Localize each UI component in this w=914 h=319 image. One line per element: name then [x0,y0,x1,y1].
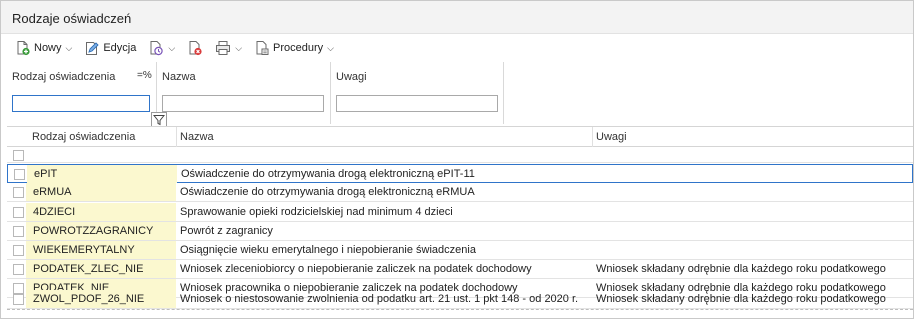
new-button[interactable]: Nowy ⌵ [12,37,75,59]
delete-button[interactable] [184,37,206,59]
cell-code: ePIT [27,165,177,183]
properties-button[interactable]: ⌵ [145,37,178,59]
notes-filter-label: Uwagi [336,71,367,83]
table-row[interactable]: POWROTZZAGRANICY Powrót z zagranicy [7,222,913,241]
code-filter-label: Rodzaj oświadczenia [12,71,116,83]
column-divider[interactable] [176,127,177,147]
match-mode-toggle[interactable]: =% [137,70,152,81]
cell-name: Wniosek zleceniobiorcy o niepobieranie z… [180,263,532,275]
procedures-button-label: Procedury [273,42,324,54]
procedures-button[interactable]: Procedury ⌵ [251,37,337,59]
cell-name: Powrót z zagranicy [180,225,273,237]
cell-code: 4DZIECI [26,203,176,221]
chevron-down-icon[interactable]: ⌵ [168,43,175,54]
row-checkbox[interactable] [14,169,25,180]
table-row[interactable]: 4DZIECI Sprawowanie opieki rodzicielskie… [7,203,913,222]
name-filter-label: Nazwa [162,71,196,83]
name-filter-input[interactable] [162,95,324,112]
edit-button-label: Edycja [103,42,137,54]
page-title: Rodzaje oświadczeń [12,11,132,26]
title-bar: Rodzaje oświadczeń [1,1,913,34]
chevron-down-icon[interactable]: ⌵ [66,43,73,54]
delete-document-icon [189,41,202,56]
document-clock-icon [150,41,164,56]
column-header-name[interactable]: Nazwa [180,131,214,143]
table-row[interactable]: eRMUA Oświadczenie do otrzymywania drogą… [7,183,913,202]
row-checkbox[interactable] [13,264,24,275]
column-header-notes[interactable]: Uwagi [596,131,627,143]
edit-icon [86,42,99,55]
funnel-icon [153,115,165,126]
code-filter-input[interactable] [12,95,150,112]
procedure-document-icon [256,41,269,55]
table-row[interactable]: WIEKEMERYTALNY Osiągnięcie wieku emeryta… [7,241,913,260]
table-row[interactable]: PODATEK_ZLEC_NIE Wniosek zleceniobiorcy … [7,260,913,279]
column-divider[interactable] [592,127,593,147]
cell-code: PODATEK_ZLEC_NIE [26,260,176,278]
row-checkbox[interactable] [13,226,24,237]
cell-code: eRMUA [26,183,176,201]
notes-filter-input[interactable] [336,95,498,112]
row-checkbox[interactable] [13,245,24,256]
filter-divider [503,62,504,124]
select-all-row [7,147,913,163]
row-checkbox[interactable] [13,187,24,198]
table-row[interactable]: ZWOL_PDOF_26_NIE Wniosek o niestosowanie … [7,290,913,309]
new-document-icon [17,41,30,56]
cell-note: Wniosek składany odrębnie dla każdego ro… [596,263,886,275]
filter-panel: Rodzaj oświadczenia =% Nazwa Uwagi [1,62,913,130]
filter-divider [330,62,331,124]
grid-header: Rodzaj oświadczenia Nazwa Uwagi [7,126,913,147]
cell-name: Oświadczenie do otrzymywania drogą elekt… [180,186,475,198]
row-checkbox[interactable] [13,294,24,305]
cell-code: POWROTZZAGRANICY [26,222,176,240]
column-header-code[interactable]: Rodzaj oświadczenia [32,131,135,143]
cell-code: ZWOL_PDOF_26_NIE [26,290,176,308]
cell-code: WIEKEMERYTALNY [26,241,176,259]
cell-name: Oświadczenie do otrzymywania drogą elekt… [181,168,475,180]
cell-name: Wniosek o niestosowanie zwolnienia od po… [180,293,579,305]
print-button[interactable]: ⌵ [212,37,245,59]
chevron-down-icon[interactable]: ⌵ [235,43,242,54]
table-row[interactable]: ePIT Oświadczenie do otrzymywania drogą … [7,164,913,183]
select-all-checkbox[interactable] [13,150,24,161]
printer-icon [216,41,231,55]
row-checkbox[interactable] [13,207,24,218]
toolbar: Nowy ⌵ Edycja ⌵ ⌵ Procedury ⌵ [1,34,913,62]
chevron-down-icon[interactable]: ⌵ [327,43,334,54]
cell-name: Osiągnięcie wieku emerytalnego i niepobi… [180,244,476,256]
cell-note: Wniosek składany odrębnie dla każdego ro… [596,293,886,305]
cell-name: Sprawowanie opieki rodzicielskiej nad mi… [180,206,453,218]
edit-button[interactable]: Edycja [81,37,139,59]
grid-bottom-divider [7,309,913,310]
new-button-label: Nowy [34,42,62,54]
